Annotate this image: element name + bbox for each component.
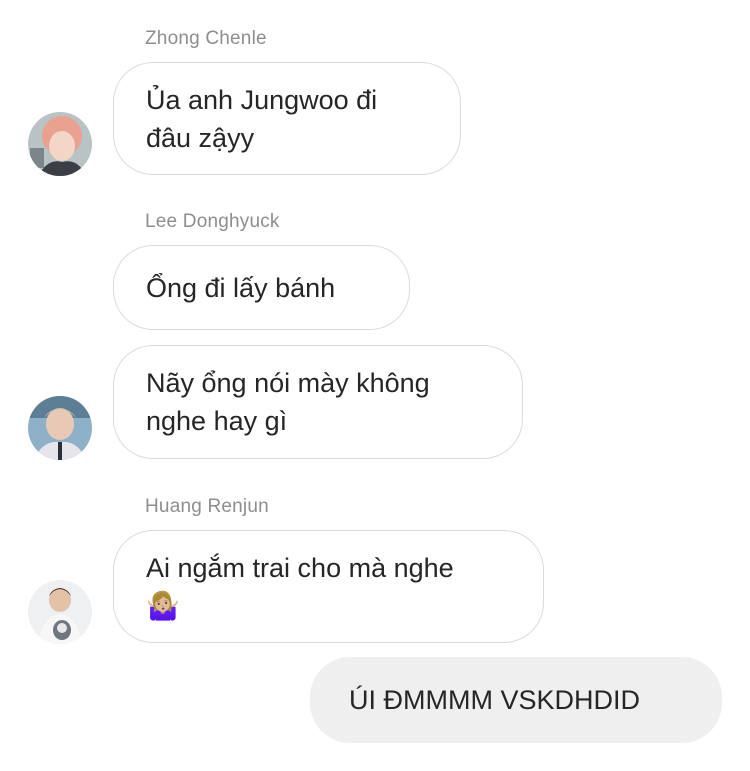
avatar-renjun[interactable] — [28, 580, 92, 644]
my-message-bubble[interactable]: ÚI ĐMMMM VSKDHDID — [310, 657, 722, 743]
message-bubble[interactable]: Nãy ổng nói mày không nghe hay gì — [113, 345, 523, 459]
message-line: Ủa anh Jungwoo đi — [146, 84, 378, 115]
message-line: Ai ngắm trai cho mà nghe — [146, 552, 454, 583]
message-line: nghe hay gì — [146, 406, 288, 436]
message-bubble[interactable]: Ổng đi lấy bánh — [113, 245, 410, 330]
avatar-image — [28, 396, 92, 460]
avatar-donghyuck[interactable] — [28, 396, 92, 460]
sender-name-chenle: Zhong Chenle — [145, 28, 267, 49]
avatar-image — [28, 580, 92, 644]
avatar-image — [28, 112, 92, 176]
message-line: ÚI ĐMMMM VSKDHDID — [349, 685, 640, 715]
message-bubble[interactable]: Ai ngắm trai cho mà nghe 🤷🏼‍♀️ — [113, 530, 544, 643]
shrug-emoji: 🤷🏼‍♀️ — [146, 590, 180, 621]
message-line: Nãy ổng nói mày không — [146, 368, 430, 398]
message-bubble[interactable]: Ủa anh Jungwoo đi đâu zậyy — [113, 62, 461, 175]
sender-name-renjun: Huang Renjun — [145, 496, 269, 517]
avatar-chenle[interactable] — [28, 112, 92, 176]
sender-name-donghyuck: Lee Donghyuck — [145, 211, 280, 232]
message-line: Ổng đi lấy bánh — [146, 272, 336, 303]
message-line: đâu zậyy — [146, 122, 255, 153]
